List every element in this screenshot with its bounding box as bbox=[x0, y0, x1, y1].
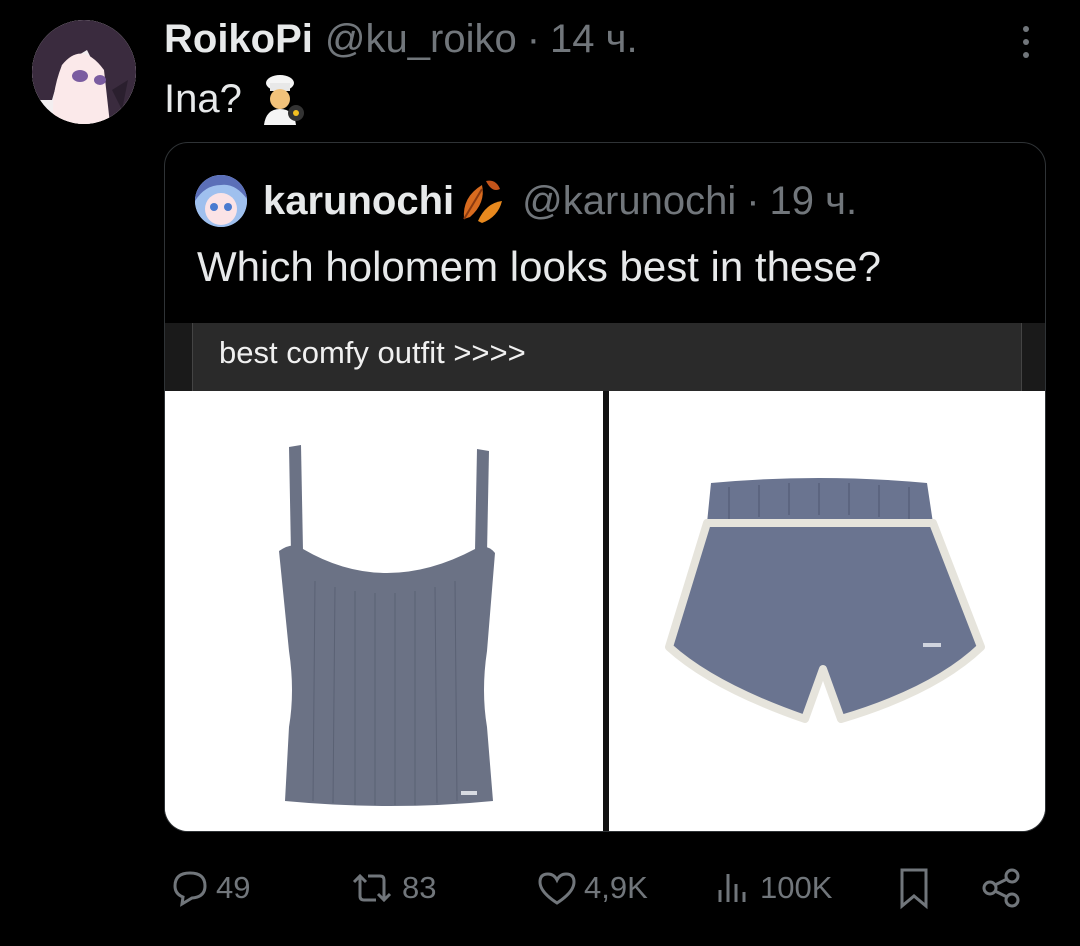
tweet-time[interactable]: 14 ч. bbox=[550, 17, 638, 62]
author-handle[interactable]: @ku_roiko bbox=[325, 17, 517, 62]
quoted-tweet[interactable]: karunochi @karunochi · 19 ч. Which holom… bbox=[164, 142, 1046, 832]
quoted-author-name[interactable]: karunochi bbox=[263, 179, 454, 224]
quoted-tweet-time[interactable]: 19 ч. bbox=[770, 179, 858, 224]
share-button[interactable] bbox=[980, 858, 1024, 918]
views-button[interactable]: 100K bbox=[712, 858, 832, 918]
shorts-image[interactable] bbox=[609, 391, 1045, 831]
like-button[interactable]: 4,9K bbox=[536, 858, 648, 918]
views-icon bbox=[718, 874, 746, 902]
like-count: 4,9K bbox=[584, 870, 648, 905]
reply-count: 49 bbox=[216, 870, 251, 905]
tweet-actions: 49 83 4,9K 100K bbox=[164, 858, 1046, 918]
more-options-icon[interactable] bbox=[1016, 26, 1036, 58]
tweet-text: Ina? bbox=[164, 76, 242, 121]
cook-emoji-icon bbox=[263, 75, 304, 125]
repost-icon bbox=[352, 873, 392, 903]
reply-button[interactable]: 49 bbox=[170, 858, 250, 918]
repost-button[interactable]: 83 bbox=[348, 858, 436, 918]
tweet-header: RoikoPi @ku_roiko · 14 ч. bbox=[164, 14, 638, 64]
author-avatar[interactable] bbox=[32, 20, 136, 124]
quoted-meta-separator: · bbox=[746, 178, 760, 223]
view-count: 100K bbox=[760, 870, 833, 905]
heart-icon bbox=[538, 872, 576, 905]
quoted-author-handle[interactable]: @karunochi bbox=[522, 179, 736, 224]
tweet-body: Ina? bbox=[164, 74, 308, 125]
repost-count: 83 bbox=[402, 870, 437, 905]
bookmark-icon bbox=[900, 868, 928, 910]
bookmark-button[interactable] bbox=[894, 858, 934, 918]
meta-separator: · bbox=[526, 16, 541, 61]
quoted-header: karunochi @karunochi · 19 ч. bbox=[263, 173, 857, 229]
quoted-author-avatar[interactable] bbox=[195, 175, 247, 227]
autumn-leaves-icon bbox=[463, 180, 503, 223]
share-icon bbox=[982, 868, 1020, 908]
quoted-media[interactable]: best comfy outfit >>>> bbox=[165, 323, 1045, 831]
author-name[interactable]: RoikoPi bbox=[164, 17, 313, 62]
reply-icon bbox=[173, 871, 207, 907]
quoted-tweet-text: Which holomem looks best in these? bbox=[197, 243, 881, 290]
media-caption: best comfy outfit >>>> bbox=[219, 335, 526, 370]
media-caption-bar: best comfy outfit >>>> bbox=[165, 323, 1045, 391]
tank-top-image[interactable] bbox=[165, 391, 603, 831]
